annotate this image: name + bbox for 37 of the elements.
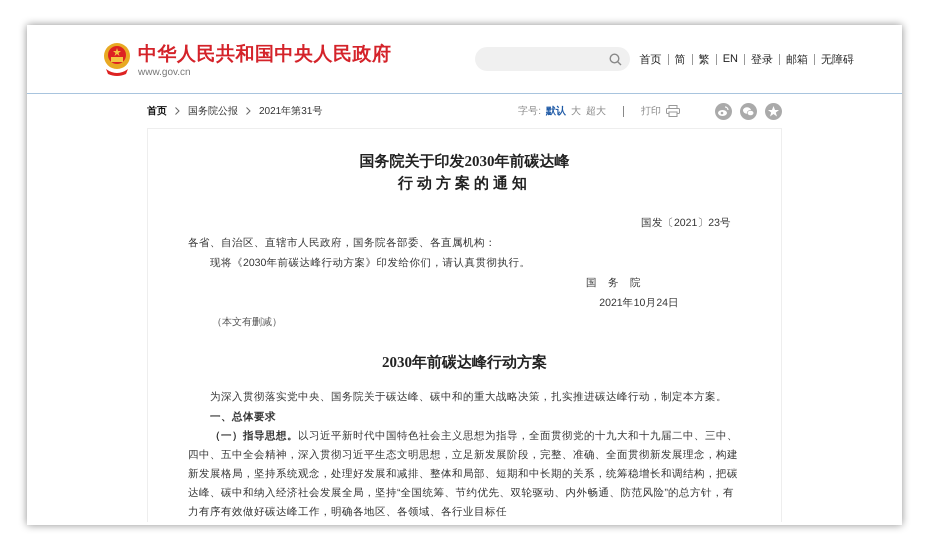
breadcrumb-link[interactable]: 2021年第31号 bbox=[259, 104, 322, 118]
printer-icon[interactable] bbox=[666, 105, 680, 117]
chevron-icon bbox=[175, 107, 180, 115]
document-title: 国务院关于印发2030年前碳达峰 bbox=[360, 152, 570, 172]
paragraph-text: （一）指导思想。以习近平新时代中国特色社会主义思想为指导，全面贯彻党的十九大和十九届二中、三中、四中、五中全会精神，深入贯彻习近平生态文明思想，立足新发展阶段，完整、准确、全面贯彻新发展理念，构建新发展格局，坚持系统观念，处理好发展和减排、整体和局部、短期和中长期的关系，统筹稳增长和调结构，把碳达峰、碳中和纳入经济社会发展全局，坚持“全国统筹、节约优先、双轮驱动、内外畅通、防范风险”的总方针，有力有序有效做好碳达峰工作，明确各地区、各领域、各行业目标任 bbox=[188, 429, 739, 520]
chevron-icon bbox=[246, 107, 251, 115]
wechat-share-icon[interactable] bbox=[740, 102, 757, 120]
search-field[interactable] bbox=[474, 47, 630, 71]
document-number: 国发〔2021〕23号 bbox=[640, 217, 731, 229]
nav-link[interactable]: 繁 bbox=[698, 52, 710, 66]
issuer-text: 国 务 院 bbox=[586, 277, 641, 289]
salutation-text: 各省、自治区、直辖市人民政府，国务院各部委、各直属机构： bbox=[188, 236, 497, 251]
breadcrumb-link[interactable]: 首页 bbox=[147, 104, 167, 118]
nav-link[interactable]: 无障碍 bbox=[821, 52, 854, 66]
nav-link[interactable]: 简 bbox=[674, 52, 686, 66]
plan-title: 2030年前碳达峰行动方案 bbox=[381, 353, 548, 373]
search-icon bbox=[608, 52, 622, 66]
nav-link[interactable]: 首页 bbox=[640, 52, 662, 66]
print-link[interactable]: 打印 bbox=[641, 104, 661, 118]
nav-link[interactable]: 登录 bbox=[751, 52, 773, 66]
font-size-option[interactable]: 超大 bbox=[586, 104, 606, 118]
section-heading: 一、总体要求 bbox=[209, 410, 277, 425]
breadcrumb-link[interactable]: 国务院公报 bbox=[188, 104, 238, 118]
date-text: 2021年10月24日 bbox=[599, 297, 679, 309]
note-text: （本文有删减） bbox=[211, 316, 283, 330]
font-size-option[interactable]: 默认 bbox=[546, 104, 566, 118]
document-title: 行动方案的通知 bbox=[398, 174, 531, 194]
emblem-icon bbox=[102, 41, 132, 77]
nav-link[interactable]: 邮箱 bbox=[786, 52, 808, 66]
font-size-label: 字号: bbox=[518, 104, 541, 118]
site-url: www.gov.cn bbox=[138, 66, 192, 78]
weibo-share-icon[interactable] bbox=[715, 102, 732, 120]
intro-text: 为深入贯彻落实党中央、国务院关于碳达峰、碳中和的重大战略决策，扎实推进碳达峰行动，制定本方案。 bbox=[209, 390, 728, 405]
nav-link[interactable]: EN bbox=[722, 53, 738, 65]
font-size-option[interactable]: 大 bbox=[571, 104, 581, 118]
site-name: 中华人民共和国中央人民政府 bbox=[138, 42, 392, 66]
body-text: 现将《2030年前碳达峰行动方案》印发给你们，请认真贯彻执行。 bbox=[209, 256, 532, 271]
